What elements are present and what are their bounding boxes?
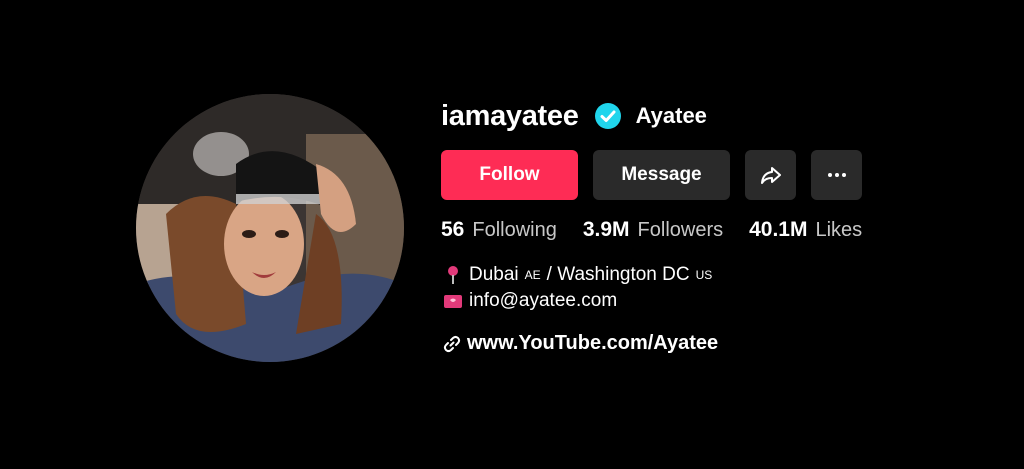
message-button[interactable]: Message <box>593 150 730 200</box>
likes-count: 40.1M <box>749 218 808 241</box>
avatar-photo <box>136 94 404 362</box>
location-country-code-ae: AE <box>524 268 541 282</box>
verified-badge-icon <box>594 103 621 129</box>
profile-info: iamayatee Ayatee <box>441 96 707 136</box>
profile-stats: 56 Following 3.9M Followers 40.1M Likes <box>441 218 888 242</box>
bio-email: info@ayatee.com <box>469 290 618 311</box>
profile-avatar[interactable] <box>136 94 404 362</box>
link-icon <box>443 335 461 353</box>
name-row: iamayatee Ayatee <box>441 96 707 136</box>
stat-likes: 40.1M Likes <box>749 218 862 242</box>
display-name: Ayatee <box>635 103 707 128</box>
location-city: Dubai <box>469 264 519 285</box>
followers-label: Followers <box>637 219 724 241</box>
following-label: Following <box>472 219 557 241</box>
envelope-icon <box>443 291 463 311</box>
bio-email-line: info@ayatee.com <box>443 288 718 314</box>
profile-actions: Follow Message <box>441 150 862 200</box>
location-separator-city: / Washington DC <box>546 264 690 285</box>
following-count: 56 <box>441 218 465 241</box>
share-arrow-icon <box>760 167 781 184</box>
more-dots-icon <box>827 173 846 177</box>
profile-link[interactable]: www.YouTube.com/Ayatee <box>443 332 718 355</box>
share-button[interactable] <box>745 150 796 200</box>
follow-button[interactable]: Follow <box>441 150 578 200</box>
stat-following[interactable]: 56 Following <box>441 218 557 242</box>
more-options-button[interactable] <box>811 150 862 200</box>
followers-count: 3.9M <box>582 218 630 241</box>
pin-icon <box>443 265 463 285</box>
stat-followers[interactable]: 3.9M Followers <box>583 218 723 242</box>
profile-bio: Dubai AE / Washington DC US info@ayatee.… <box>443 262 718 314</box>
location-country-code-us: US <box>695 268 713 282</box>
username: iamayatee <box>441 99 579 132</box>
profile-link-text[interactable]: www.YouTube.com/Ayatee <box>467 332 718 355</box>
likes-label: Likes <box>815 219 863 241</box>
bio-location-line: Dubai AE / Washington DC US <box>443 262 718 288</box>
